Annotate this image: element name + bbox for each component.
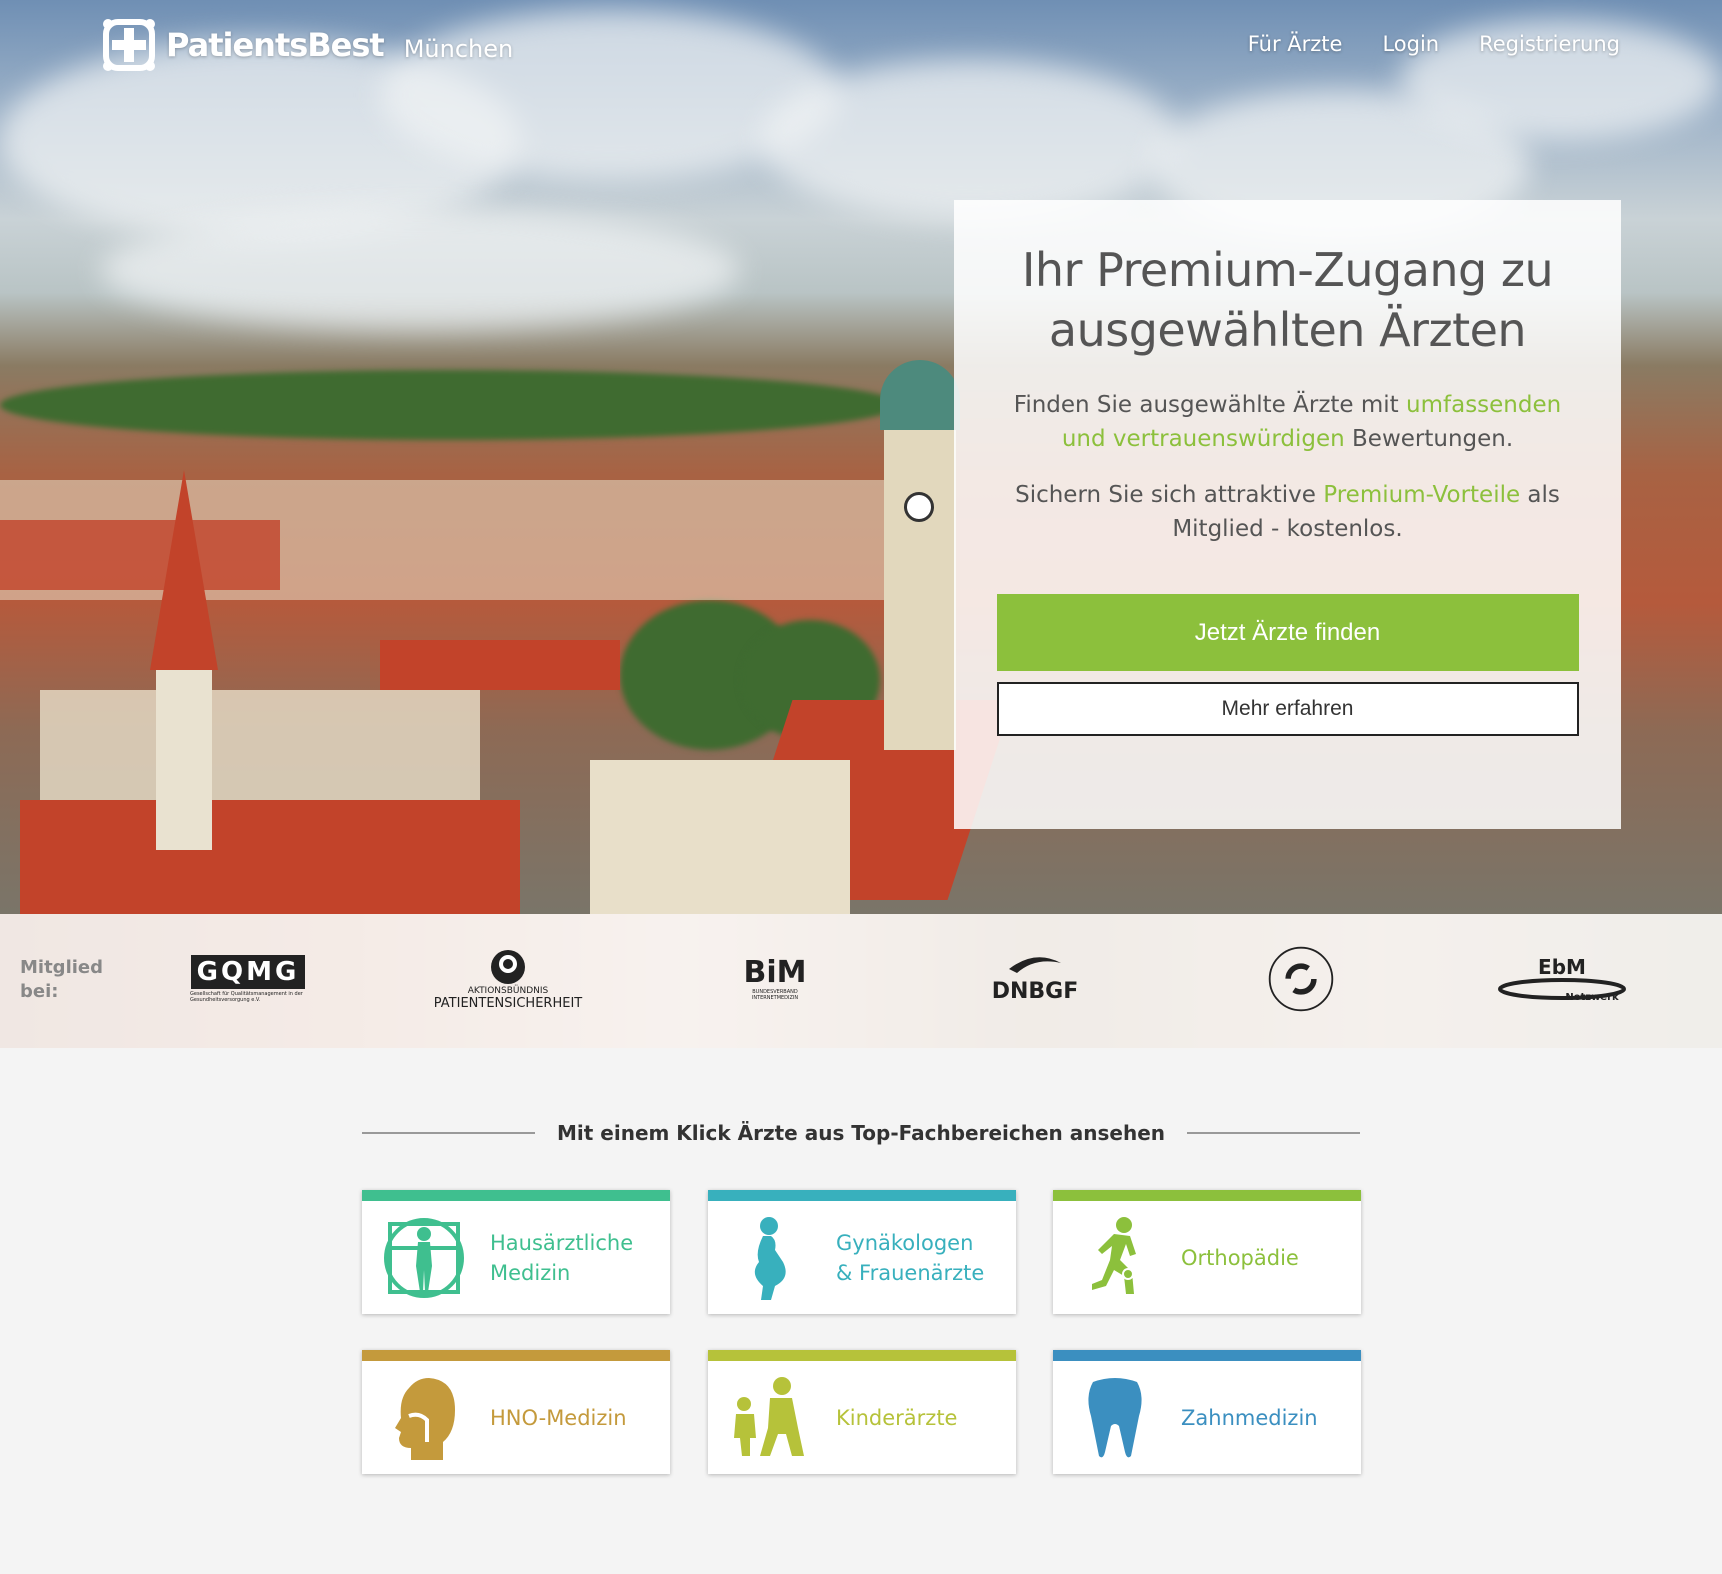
category-card-orthopaedie[interactable]: Orthopädie bbox=[1053, 1190, 1361, 1314]
main-nav: Für Ärzte Login Registrierung bbox=[1248, 32, 1620, 56]
label-line: bei: bbox=[20, 981, 59, 1002]
text: Sichern Sie sich attraktive bbox=[1015, 482, 1324, 508]
category-card-gynaekologen[interactable]: Gynäkologen & Frauenärzte bbox=[708, 1190, 1016, 1314]
network-ring-icon bbox=[1268, 946, 1334, 1012]
category-label: Zahnmedizin bbox=[1181, 1403, 1318, 1433]
label-line: & Frauenärzte bbox=[836, 1260, 985, 1285]
label-line: Medizin bbox=[490, 1260, 571, 1285]
section-title: Mit einem Klick Ärzte aus Top-Fachbereic… bbox=[362, 1118, 1360, 1148]
church-tower bbox=[884, 420, 956, 750]
learn-more-button[interactable]: Mehr erfahren bbox=[996, 682, 1579, 736]
logo-icon bbox=[102, 18, 156, 72]
logo-subtext: BUNDESVERBAND INTERNETMEDIZIN bbox=[751, 989, 799, 1001]
roof bbox=[0, 520, 280, 590]
pregnant-woman-icon bbox=[720, 1208, 820, 1308]
highlight-text: Premium-Vorteile bbox=[1323, 482, 1521, 508]
card-color-bar bbox=[362, 1190, 670, 1201]
category-label: Orthopädie bbox=[1181, 1243, 1299, 1273]
aktionsbuendnis-logo[interactable]: AKTIONSBÜNDNIS PATIENTENSICHERHEIT bbox=[428, 944, 588, 1014]
membership-strip: Mitglied bei: GQMG Gesellschaft für Qual… bbox=[0, 914, 1722, 1048]
nav-login[interactable]: Login bbox=[1382, 32, 1439, 56]
logo-text: PATIENTENSICHERHEIT bbox=[433, 995, 583, 1011]
swoosh-icon bbox=[1009, 956, 1061, 973]
bim-logo[interactable]: BiM BUNDESVERBAND INTERNETMEDIZIN bbox=[730, 944, 820, 1014]
logo-subtext: Netzwerk bbox=[1565, 991, 1619, 1003]
top-navigation: PatientsBest München Für Ärzte Login Reg… bbox=[0, 0, 1722, 92]
logo-text: EbM bbox=[1538, 954, 1586, 979]
city-name: München bbox=[403, 35, 514, 63]
treeline bbox=[0, 370, 900, 440]
logo-text: GQMG bbox=[190, 955, 306, 989]
category-card-kinderaerzte[interactable]: Kinderärzte bbox=[708, 1350, 1016, 1474]
card-color-bar bbox=[1053, 1350, 1361, 1361]
logo-text: DNBGF bbox=[991, 978, 1079, 1004]
cloud bbox=[100, 210, 740, 330]
category-label: Hausärztliche Medizin bbox=[490, 1228, 633, 1288]
category-label: Kinderärzte bbox=[836, 1403, 957, 1433]
label-line: Kinderärzte bbox=[836, 1405, 958, 1430]
logo-subtext: Gesellschaft für Qualitätsmanagement in … bbox=[190, 991, 303, 1003]
card-color-bar bbox=[362, 1350, 670, 1361]
tower-dome bbox=[880, 360, 960, 430]
promo-headline: Ihr Premium-Zugang zu ausgewählten Ärzte… bbox=[1021, 243, 1554, 357]
divider bbox=[362, 1132, 535, 1134]
card-color-bar bbox=[708, 1190, 1016, 1201]
hero-section: PatientsBest München Für Ärzte Login Reg… bbox=[0, 0, 1722, 914]
gin-logo[interactable] bbox=[1258, 944, 1344, 1014]
roof bbox=[380, 640, 620, 690]
brand-name: PatientsBest bbox=[166, 26, 385, 64]
logo-text: BiM bbox=[743, 955, 807, 990]
card-color-bar bbox=[708, 1350, 1016, 1361]
dnbgf-logo[interactable]: DNBGF bbox=[990, 944, 1080, 1014]
card-color-bar bbox=[1053, 1190, 1361, 1201]
roof bbox=[20, 800, 520, 914]
promo-text-2: Sichern Sie sich attraktive Premium-Vort… bbox=[996, 478, 1579, 546]
category-card-hno[interactable]: HNO-Medizin bbox=[362, 1350, 670, 1474]
clock-icon bbox=[904, 492, 934, 522]
ebm-logo[interactable]: EbM Netzwerk bbox=[1494, 944, 1630, 1014]
category-card-zahnmedizin[interactable]: Zahnmedizin bbox=[1053, 1350, 1361, 1474]
label-line: Zahnmedizin bbox=[1181, 1405, 1318, 1430]
doctor-child-icon bbox=[720, 1368, 820, 1468]
gqmg-logo[interactable]: GQMG Gesellschaft für Qualitätsmanagemen… bbox=[190, 944, 306, 1014]
members-label: Mitglied bei: bbox=[20, 956, 103, 1004]
spire-tower bbox=[156, 670, 212, 850]
label-line: Hausärztliche bbox=[490, 1230, 634, 1255]
find-doctors-button[interactable]: Jetzt Ärzte finden bbox=[996, 594, 1579, 671]
spire bbox=[150, 470, 218, 670]
label-line: Gynäkologen bbox=[836, 1230, 974, 1255]
brand-logo[interactable]: PatientsBest München bbox=[102, 18, 513, 72]
promo-text-1: Finden Sie ausgewählte Ärzte mit umfasse… bbox=[996, 388, 1579, 456]
section-heading: Mit einem Klick Ärzte aus Top-Fachbereic… bbox=[557, 1121, 1165, 1145]
label-line: HNO-Medizin bbox=[490, 1405, 627, 1430]
logo-subtext: AKTIONSBÜNDNIS bbox=[467, 985, 549, 996]
category-card-hausaerztliche-medizin[interactable]: Hausärztliche Medizin bbox=[362, 1190, 670, 1314]
vitruvian-icon bbox=[374, 1208, 474, 1308]
label-line: Orthopädie bbox=[1181, 1245, 1299, 1270]
promo-box: Ihr Premium-Zugang zu ausgewählten Ärzte… bbox=[954, 200, 1621, 829]
label-line: Mitglied bbox=[20, 957, 104, 978]
categories-section: Mit einem Klick Ärzte aus Top-Fachbereic… bbox=[0, 1048, 1722, 1574]
text: Bewertungen. bbox=[1344, 426, 1514, 452]
nav-fuer-aerzte[interactable]: Für Ärzte bbox=[1248, 32, 1343, 56]
category-label: Gynäkologen & Frauenärzte bbox=[836, 1228, 984, 1288]
tooth-icon bbox=[1065, 1368, 1165, 1468]
head-profile-icon bbox=[374, 1368, 474, 1468]
divider bbox=[1187, 1132, 1360, 1134]
nav-registrierung[interactable]: Registrierung bbox=[1479, 32, 1620, 56]
shield-icon bbox=[491, 949, 525, 984]
text: Finden Sie ausgewählte Ärzte mit bbox=[1013, 392, 1407, 418]
church-facade bbox=[590, 760, 850, 914]
category-label: HNO-Medizin bbox=[490, 1403, 627, 1433]
runner-icon bbox=[1065, 1208, 1165, 1308]
